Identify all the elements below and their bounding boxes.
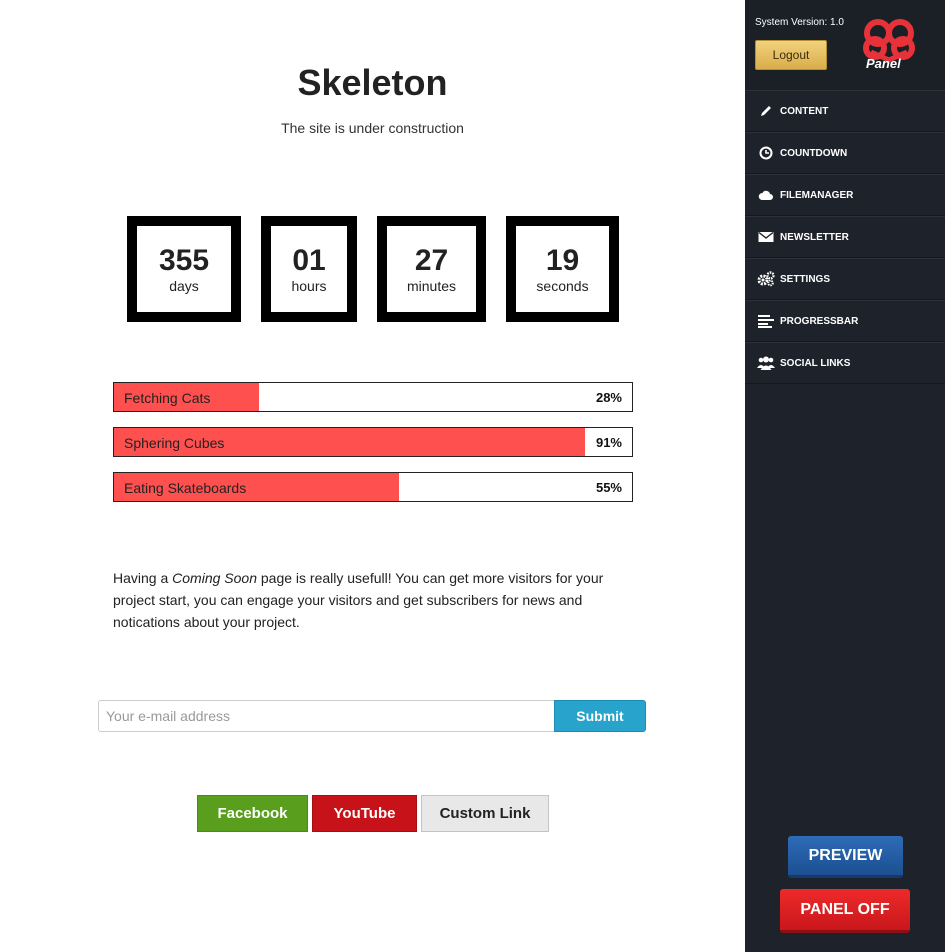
- users-icon: [757, 354, 775, 372]
- progress-label: Sphering Cubes: [124, 435, 225, 451]
- countdown-seconds: 19 seconds: [506, 216, 619, 322]
- preview-button[interactable]: PREVIEW: [788, 836, 903, 878]
- bars-icon: [757, 312, 775, 330]
- youtube-button[interactable]: YouTube: [312, 795, 417, 832]
- pencil-icon: [757, 102, 775, 120]
- custom-link-button[interactable]: Custom Link: [421, 795, 549, 832]
- menu-item-label: CONTENT: [780, 105, 829, 117]
- menu-item-filemanager[interactable]: FILEMANAGER: [745, 174, 945, 216]
- gears-icon: [757, 270, 775, 288]
- system-version: System Version: 1.0: [755, 17, 844, 28]
- menu-item-label: SETTINGS: [780, 273, 831, 285]
- menu-item-label: PROGRESSBAR: [780, 315, 859, 327]
- countdown-minutes-value: 27: [414, 244, 449, 277]
- countdown-minutes: 27 minutes: [377, 216, 486, 322]
- progress-label: Fetching Cats: [124, 390, 211, 406]
- cloud-icon: [757, 186, 775, 204]
- panel-header: System Version: 1.0 Logout Panel: [745, 0, 945, 90]
- countdown-days: 355 days: [127, 216, 241, 322]
- submit-button[interactable]: Submit: [554, 700, 646, 732]
- email-input[interactable]: [98, 700, 555, 732]
- menu-item-social-links[interactable]: SOCIAL LINKS: [745, 342, 945, 384]
- menu-item-newsletter[interactable]: NEWSLETTER: [745, 216, 945, 258]
- clock-icon: [757, 144, 775, 162]
- menu-item-settings[interactable]: SETTINGS: [745, 258, 945, 300]
- panel-off-button[interactable]: PANEL OFF: [780, 889, 910, 933]
- progress-label: Eating Skateboards: [124, 480, 247, 496]
- envelope-icon: [757, 228, 775, 246]
- countdown-hours-label: hours: [291, 278, 327, 294]
- countdown-hours-value: 01: [292, 244, 326, 277]
- panel-logo-text: Panel: [866, 56, 901, 71]
- main-page: Skeleton The site is under construction …: [0, 0, 745, 952]
- menu-item-countdown[interactable]: COUNTDOWN: [745, 132, 945, 174]
- countdown-hours: 01 hours: [261, 216, 357, 322]
- page-subtitle: The site is under construction: [281, 120, 464, 136]
- progress-value: 28%: [595, 390, 622, 405]
- countdown-days-value: 355: [158, 244, 210, 277]
- panel-menu: CONTENT COUNTDOWN FILEMANAGER NEWSLETTER…: [745, 90, 945, 384]
- description-text: Having a Coming Soon page is really usef…: [113, 567, 633, 633]
- page-title: Skeleton: [297, 62, 448, 103]
- progress-bar-sphering-cubes: Sphering Cubes 91%: [113, 427, 633, 457]
- countdown-seconds-value: 19: [545, 244, 580, 277]
- menu-item-label: FILEMANAGER: [780, 189, 854, 201]
- facebook-button[interactable]: Facebook: [197, 795, 308, 832]
- logout-button[interactable]: Logout: [755, 40, 827, 70]
- progress-value: 55%: [595, 480, 622, 495]
- menu-item-content[interactable]: CONTENT: [745, 90, 945, 132]
- description-before: Having a: [113, 570, 173, 586]
- description-emphasis: Coming Soon: [172, 570, 257, 586]
- menu-item-progressbar[interactable]: PROGRESSBAR: [745, 300, 945, 342]
- menu-item-label: SOCIAL LINKS: [780, 357, 851, 369]
- countdown-minutes-label: minutes: [406, 278, 457, 294]
- countdown-seconds-label: seconds: [536, 278, 589, 294]
- menu-item-label: NEWSLETTER: [780, 231, 849, 243]
- admin-panel: System Version: 1.0 Logout Panel CONTENT…: [745, 0, 945, 952]
- countdown-days-label: days: [169, 278, 199, 294]
- progress-bar-fetching-cats: Fetching Cats 28%: [113, 382, 633, 412]
- progress-bar-eating-skateboards: Eating Skateboards 55%: [113, 472, 633, 502]
- menu-item-label: COUNTDOWN: [780, 147, 848, 159]
- progress-value: 91%: [595, 435, 622, 450]
